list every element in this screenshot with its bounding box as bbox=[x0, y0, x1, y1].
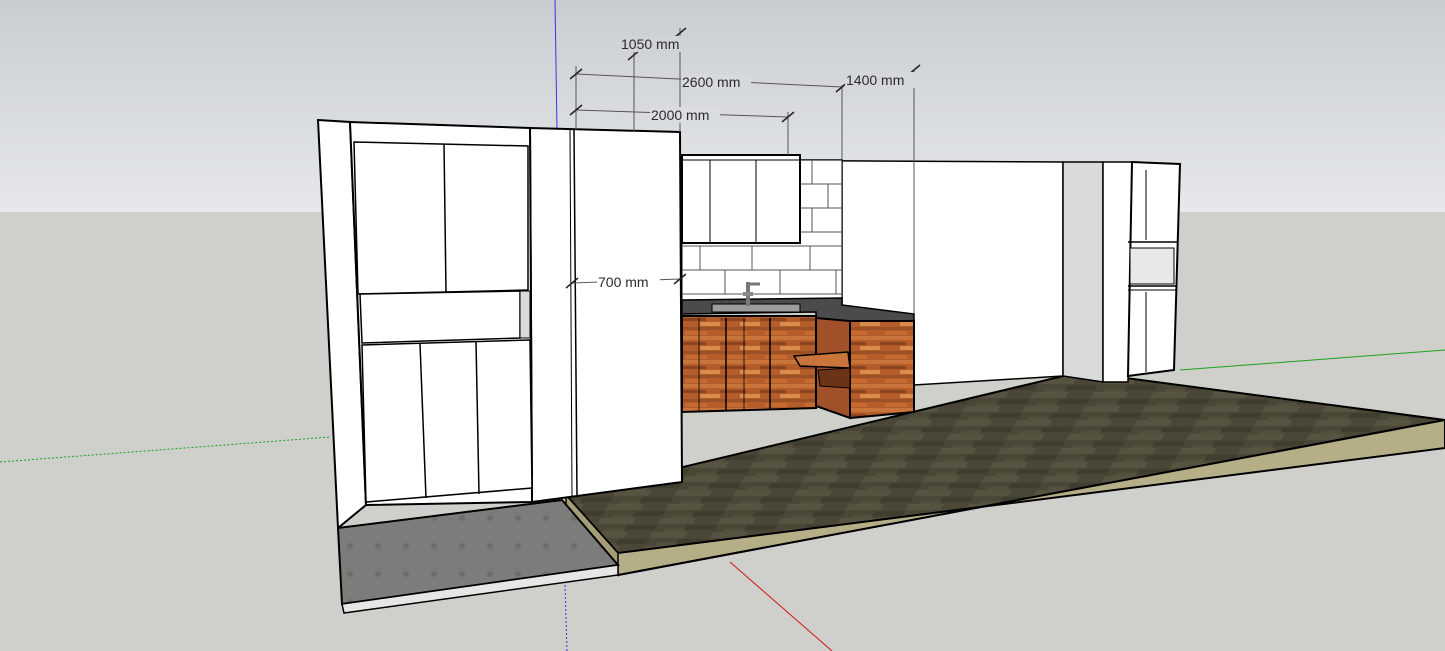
dim-1050-label[interactable]: 1050 mm bbox=[621, 36, 679, 52]
upper-left-cabinet[interactable] bbox=[353, 141, 529, 295]
dim-1400-label[interactable]: 1400 mm bbox=[846, 72, 904, 88]
model-canvas[interactable]: 1050 mm 2600 mm 2000 mm 1400 mm 700 mm bbox=[0, 0, 1445, 651]
corner-base-cabinet[interactable] bbox=[815, 316, 915, 420]
tall-side-panel[interactable] bbox=[528, 126, 684, 504]
upper-wall-cabinets[interactable] bbox=[681, 154, 801, 244]
sink[interactable] bbox=[711, 303, 801, 313]
dim-2600-label[interactable]: 2600 mm bbox=[682, 74, 740, 90]
dim-700-label[interactable]: 700 mm bbox=[598, 274, 649, 290]
right-tall-unit[interactable] bbox=[1062, 160, 1182, 383]
lower-left-cabinet[interactable] bbox=[361, 339, 533, 503]
dim-2000-label[interactable]: 2000 mm bbox=[651, 107, 709, 123]
sketchup-viewport[interactable]: 1050 mm 2600 mm 2000 mm 1400 mm 700 mm bbox=[0, 0, 1445, 651]
base-cabinets[interactable] bbox=[681, 315, 817, 414]
open-niche bbox=[359, 290, 531, 344]
